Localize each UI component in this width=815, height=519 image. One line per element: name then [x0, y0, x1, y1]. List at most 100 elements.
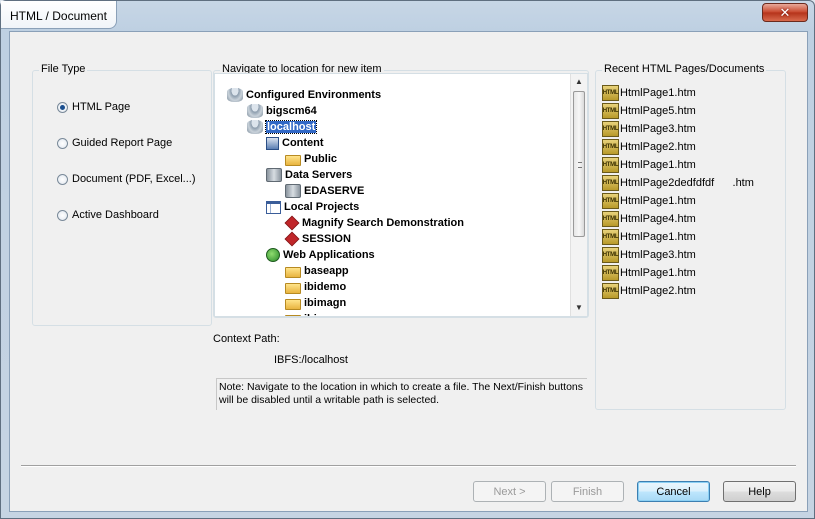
- recent-item[interactable]: HTML HtmlPage2dedfdfdf .htm: [602, 175, 754, 191]
- radio-active-dashboard[interactable]: Active Dashboard: [57, 209, 159, 221]
- file-type-label: File Type: [39, 63, 88, 75]
- tree-item-label: Data Servers: [285, 169, 353, 181]
- next-button[interactable]: Next >: [473, 481, 546, 502]
- tree-item-label: localhost: [264, 120, 318, 134]
- recent-item[interactable]: HTML HtmlPage5.htm: [602, 103, 696, 119]
- html-file-icon: HTML: [602, 211, 619, 227]
- server-icon: [266, 168, 282, 182]
- server-icon: [285, 184, 301, 198]
- window-title: HTML / Document: [10, 9, 107, 23]
- tree-item-public[interactable]: Public: [285, 151, 337, 167]
- recent-item-label: HtmlPage4.htm: [620, 213, 696, 225]
- recent-item[interactable]: HTML HtmlPage1.htm: [602, 85, 696, 101]
- recent-item[interactable]: HTML HtmlPage1.htm: [602, 193, 696, 209]
- tree-item-label: Configured Environments: [246, 89, 382, 101]
- title-bar: HTML / Document: [1, 1, 117, 29]
- radio-button-icon[interactable]: [57, 173, 68, 185]
- tree-scrollbar[interactable]: ▲ ▼: [570, 74, 587, 316]
- tree-item-localhost[interactable]: localhost: [247, 119, 318, 135]
- navigate-group: Navigate to location for new item Config…: [213, 63, 589, 318]
- tree-item-label: ibidemo: [304, 281, 347, 293]
- radio-document[interactable]: Document (PDF, Excel...): [57, 173, 195, 185]
- html-file-icon: HTML: [602, 283, 619, 299]
- radio-label: Guided Report Page: [72, 137, 173, 149]
- grip-icon: [578, 162, 582, 168]
- tree-item-configured-environments[interactable]: Configured Environments: [227, 87, 381, 103]
- context-path-label: Context Path:: [213, 333, 280, 345]
- html-file-icon: HTML: [602, 139, 619, 155]
- tree-item-label: ibimagn: [304, 297, 347, 309]
- recent-item-label: HtmlPage1.htm: [620, 195, 696, 207]
- recent-item-label: HtmlPage3.htm: [620, 123, 696, 135]
- scrollbar-thumb[interactable]: [573, 91, 585, 237]
- tree-item-session[interactable]: SESSION: [284, 231, 351, 247]
- file-type-group: File Type HTML Page Guided Report Page D…: [32, 63, 212, 326]
- recent-item-label: HtmlPage3.htm: [620, 249, 696, 261]
- recent-item-label: HtmlPage2.htm: [620, 141, 696, 153]
- recent-item-label: HtmlPage5.htm: [620, 105, 696, 117]
- html-file-icon: HTML: [602, 157, 619, 173]
- folder-icon: [285, 298, 301, 310]
- recent-item[interactable]: HTML HtmlPage2.htm: [602, 139, 696, 155]
- recent-group: Recent HTML Pages/Documents HTML HtmlPage…: [595, 63, 786, 410]
- radio-guided-report-page[interactable]: Guided Report Page: [57, 137, 172, 149]
- folder-icon: [285, 282, 301, 294]
- recent-item-label: HtmlPage1.htm: [620, 159, 696, 171]
- tree-item-magnify-search[interactable]: Magnify Search Demonstration: [284, 215, 464, 231]
- tree-item-content[interactable]: Content: [266, 135, 324, 151]
- tree-item-bigscm64[interactable]: bigscm64: [247, 103, 317, 119]
- html-file-icon: HTML: [602, 247, 619, 263]
- tree-item-web-applications[interactable]: Web Applications: [266, 247, 375, 263]
- tree-item-local-projects[interactable]: Local Projects: [266, 199, 359, 215]
- tree-item-data-servers[interactable]: Data Servers: [266, 167, 352, 183]
- radio-button-icon[interactable]: [57, 101, 68, 113]
- tree-item-label: bigscm64: [266, 105, 317, 117]
- scroll-up-icon[interactable]: ▲: [571, 74, 587, 90]
- radio-button-icon[interactable]: [57, 209, 68, 221]
- recent-item[interactable]: HTML HtmlPage2.htm: [602, 283, 696, 299]
- tree-item-label: EDASERVE: [304, 185, 365, 197]
- recent-item-label: HtmlPage1.htm: [620, 267, 696, 279]
- html-file-icon: HTML: [602, 175, 619, 191]
- recent-item[interactable]: HTML HtmlPage1.htm: [602, 265, 696, 281]
- recent-item[interactable]: HTML HtmlPage3.htm: [602, 121, 696, 137]
- recent-item-label: HtmlPage2.htm: [620, 285, 696, 297]
- folder-icon: [285, 266, 301, 278]
- tree-item-label: SESSION: [302, 233, 351, 245]
- finish-button[interactable]: Finish: [551, 481, 624, 502]
- tree-item-label: Public: [304, 153, 338, 165]
- recent-item[interactable]: HTML HtmlPage1.htm: [602, 229, 696, 245]
- location-tree[interactable]: Configured Environments bigscm64 localho…: [214, 73, 588, 317]
- radio-html-page[interactable]: HTML Page: [57, 101, 130, 113]
- tree-item-ibidemo[interactable]: ibidemo: [285, 279, 346, 295]
- recent-item[interactable]: HTML HtmlPage1.htm: [602, 157, 696, 173]
- html-file-icon: HTML: [602, 121, 619, 137]
- tree-item-baseapp[interactable]: baseapp: [285, 263, 349, 279]
- html-file-icon: HTML: [602, 103, 619, 119]
- tree-item-edaserve[interactable]: EDASERVE: [285, 183, 364, 199]
- project-icon: [266, 200, 281, 214]
- html-file-icon: HTML: [602, 85, 619, 101]
- help-button[interactable]: Help: [723, 481, 796, 502]
- recent-item[interactable]: HTML HtmlPage3.htm: [602, 247, 696, 263]
- dialog-body: File Type HTML Page Guided Report Page D…: [9, 31, 808, 512]
- scroll-down-icon[interactable]: ▼: [571, 300, 587, 316]
- close-button[interactable]: ✕: [762, 3, 808, 22]
- recent-item-label: HtmlPage2dedfdfdf .htm: [620, 177, 754, 189]
- recent-item-label: HtmlPage1.htm: [620, 87, 696, 99]
- tree-item-label: Content: [282, 137, 324, 149]
- tree-item-ibiapps[interactable]: ibiapps: [285, 311, 343, 316]
- tree-item-ibimagn[interactable]: ibimagn: [285, 295, 346, 311]
- radio-button-icon[interactable]: [57, 137, 68, 149]
- html-file-icon: HTML: [602, 229, 619, 245]
- folder-icon: [285, 154, 301, 166]
- recent-item-label: HtmlPage1.htm: [620, 231, 696, 243]
- tree-item-label: Web Applications: [283, 249, 375, 261]
- dialog-window: HTML / Document ✕ File Type HTML Page Gu…: [0, 0, 815, 519]
- tree-item-label: ibiapps: [304, 313, 343, 316]
- cancel-button[interactable]: Cancel: [637, 481, 710, 502]
- magnify-icon: [284, 215, 300, 231]
- tree-item-label: Magnify Search Demonstration: [302, 217, 464, 229]
- recent-item[interactable]: HTML HtmlPage4.htm: [602, 211, 696, 227]
- folder-icon: [285, 314, 301, 316]
